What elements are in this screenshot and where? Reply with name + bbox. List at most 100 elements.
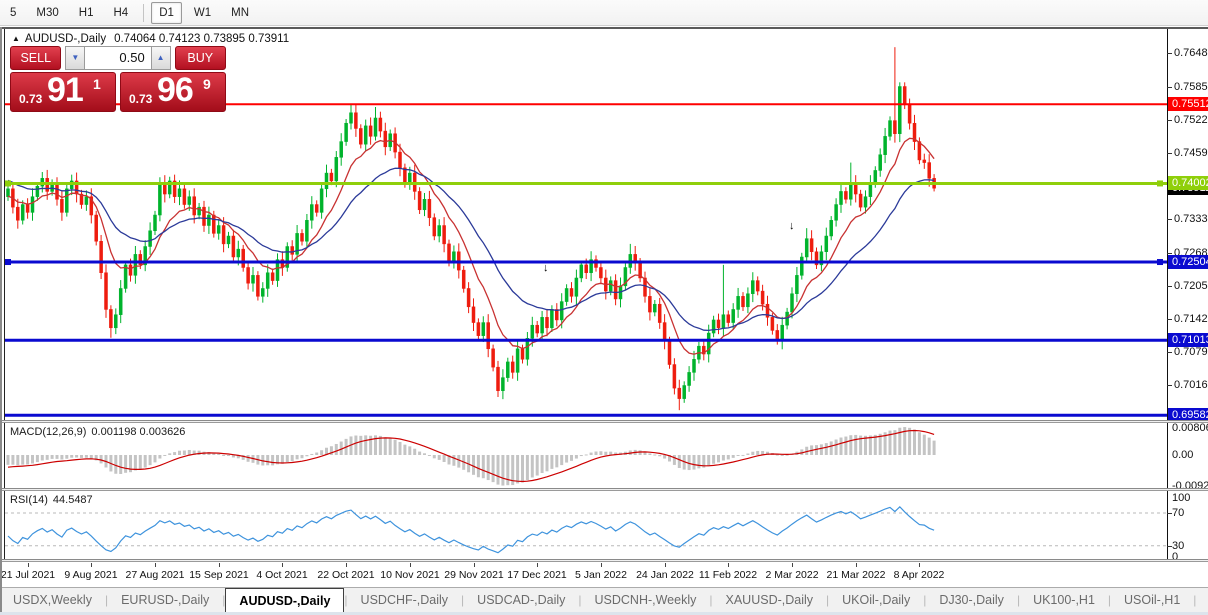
macd-histogram-bar [521, 455, 524, 482]
candle [575, 270, 578, 305]
line-marker[interactable] [1157, 259, 1163, 265]
candle [805, 228, 808, 263]
macd-histogram-bar [65, 455, 68, 459]
timeframe-button-m30[interactable]: M30 [28, 2, 66, 24]
macd-histogram-bar [403, 445, 406, 455]
macd-histogram-bar [849, 435, 852, 455]
tab-uk100-h1[interactable]: UK100-,H1 [1020, 589, 1108, 612]
macd-histogram-bar [418, 452, 421, 455]
trading-terminal-window: 5M30H1H4 D1W1MN ▲ AUDUSD-,Daily 0.74064 0.7… [0, 0, 1208, 615]
candle [7, 185, 10, 201]
moving-average-10[interactable] [8, 138, 934, 354]
macd-histogram-bar [487, 455, 490, 480]
panel-divider-macd[interactable] [2, 420, 1208, 423]
macd-histogram-bar [501, 455, 504, 486]
candle [443, 217, 446, 252]
date-label: 29 Nov 2021 [444, 569, 504, 581]
line-marker[interactable] [5, 180, 11, 186]
candle [276, 253, 279, 287]
macd-histogram-bar [570, 455, 573, 461]
timeframe-button-d1[interactable]: D1 [151, 2, 182, 24]
candle [65, 185, 68, 217]
candle [305, 214, 308, 248]
candle [492, 345, 495, 372]
macd-histogram-bar [575, 455, 578, 459]
tab-usdcnh-weekly[interactable]: USDCNH-,Weekly [582, 589, 710, 612]
candle [570, 282, 573, 302]
candle [702, 340, 705, 360]
candle [198, 203, 201, 219]
tab-audusd-daily[interactable]: AUDUSD-,Daily [225, 588, 344, 613]
timeframe-button-h4[interactable]: H4 [105, 2, 136, 24]
sell-price-panel[interactable]: 0.73 91 1 [10, 72, 116, 112]
candle [163, 175, 166, 202]
down-arrow-annotation[interactable]: ↓ [789, 220, 795, 232]
tab-eurusd-daily[interactable]: EURUSD-,Daily [108, 589, 222, 612]
macd-histogram-bar [266, 455, 269, 465]
volume-input[interactable]: 0.50 [85, 46, 150, 70]
candle [350, 104, 353, 130]
sell-button[interactable]: SELL [10, 46, 61, 70]
macd-histogram-bar [477, 455, 480, 477]
candle [893, 47, 896, 142]
candle [732, 303, 735, 329]
candle [472, 298, 475, 331]
candle [315, 200, 318, 216]
line-marker[interactable] [5, 259, 11, 265]
macd-histogram-bar [565, 455, 568, 463]
chart-left-border [4, 29, 5, 562]
candle [590, 251, 593, 281]
date-axis[interactable]: 21 Jul 20219 Aug 202127 Aug 202115 Sep 2… [0, 563, 1208, 587]
price-tick-label: 0.75220 [1174, 114, 1208, 126]
macd-histogram-bar [168, 453, 171, 455]
candle [247, 261, 250, 289]
candle [840, 183, 843, 213]
tab-usdcad-daily[interactable]: USDCAD-,Daily [464, 589, 578, 612]
chart-ohlc-quote: 0.74064 0.74123 0.73895 0.73911 [114, 33, 289, 45]
candle [913, 115, 916, 150]
price-tick-mark [1167, 286, 1172, 287]
panel-divider-rsi[interactable] [2, 488, 1208, 491]
tab-dj30-daily[interactable]: DJ30-,Daily [926, 589, 1017, 612]
macd-histogram-bar [825, 443, 828, 455]
volume-decrease-button[interactable]: ▼ [65, 46, 85, 70]
tab-usoil-h1[interactable]: USOil-,H1 [1111, 589, 1193, 612]
candle [291, 240, 294, 260]
candle [124, 261, 127, 293]
macd-histogram-bar [51, 455, 54, 459]
tab-hk50-h1[interactable]: HK50-,H1 [1196, 589, 1208, 612]
date-label: 24 Jan 2022 [636, 569, 694, 581]
down-arrow-annotation[interactable]: ↓ [543, 262, 549, 274]
timeframe-button-w1[interactable]: W1 [186, 2, 219, 24]
macd-histogram-bar [296, 455, 299, 459]
macd-histogram-bar [869, 436, 872, 455]
buy-button[interactable]: BUY [175, 46, 226, 70]
tab-usdx-weekly[interactable]: USDX,Weekly [0, 589, 105, 612]
candle [541, 311, 544, 339]
tab-xauusd-daily[interactable]: XAUUSD-,Daily [713, 589, 827, 612]
buy-price-panel[interactable]: 0.73 96 9 [120, 72, 226, 112]
timeframe-button-mn[interactable]: MN [223, 2, 257, 24]
timeframe-button-5[interactable]: 5 [2, 2, 24, 24]
candle [727, 310, 730, 326]
volume-increase-button[interactable]: ▲ [151, 46, 171, 70]
candle [815, 248, 818, 270]
date-tick-mark [601, 563, 602, 567]
macd-histogram-bar [428, 455, 431, 456]
macd-axis-tick: 0.008061 [1172, 422, 1208, 434]
candle [889, 116, 892, 140]
tab-ukoil-daily[interactable]: UKOil-,Daily [829, 589, 923, 612]
line-marker[interactable] [1157, 180, 1163, 186]
macd-histogram-bar [918, 432, 921, 455]
candle [183, 185, 186, 209]
candle [301, 229, 304, 245]
buy-price-prefix: 0.73 [129, 92, 152, 106]
candle [335, 151, 338, 187]
macd-histogram-bar [746, 454, 749, 455]
macd-histogram-bar [717, 455, 720, 462]
candle [320, 183, 323, 219]
date-label: 15 Sep 2021 [189, 569, 249, 581]
timeframe-button-h1[interactable]: H1 [71, 2, 102, 24]
tab-usdchf-daily[interactable]: USDCHF-,Daily [348, 589, 462, 612]
candle [80, 190, 83, 209]
